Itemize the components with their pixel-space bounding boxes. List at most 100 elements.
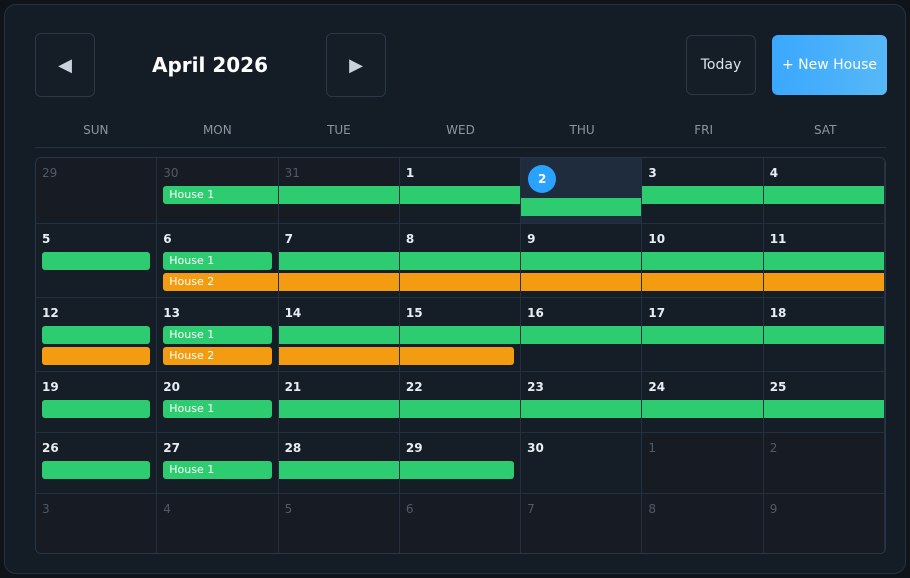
event-house-1[interactable]: House 1 — [163, 461, 272, 479]
event-house-1[interactable] — [399, 326, 521, 344]
event-house-1[interactable] — [399, 252, 521, 270]
event-house-1[interactable] — [642, 326, 763, 344]
new-house-button[interactable]: + New House — [772, 35, 887, 95]
day-cell-today[interactable]: 2 — [521, 158, 643, 224]
day-cell[interactable]: 4 — [157, 494, 279, 553]
day-cell[interactable]: 6 — [399, 494, 522, 553]
day-cell[interactable]: 31 — [278, 158, 400, 224]
event-house-2[interactable] — [763, 273, 884, 291]
today-button[interactable]: Today — [686, 35, 756, 95]
day-cell[interactable]: 8 — [642, 494, 764, 553]
day-cell[interactable]: 3 — [642, 158, 764, 224]
month-grid: 29 30 House 1 31 1 2 3 4 5 6 House 1 Hou… — [35, 157, 886, 554]
day-number: 5 — [42, 232, 51, 246]
day-number: 15 — [405, 306, 423, 320]
event-house-1[interactable] — [642, 186, 763, 204]
day-cell[interactable]: 3 — [36, 494, 158, 553]
day-cell[interactable]: 28 — [278, 433, 400, 494]
day-cell[interactable]: 9 — [521, 224, 643, 298]
event-house-1[interactable] — [278, 326, 399, 344]
day-cell[interactable]: 27 House 1 — [157, 433, 279, 494]
weekday-sun: SUN — [83, 123, 109, 137]
event-house-1[interactable] — [763, 186, 884, 204]
day-cell[interactable]: 18 — [763, 298, 885, 372]
day-cell[interactable]: 14 — [278, 298, 400, 372]
event-house-1[interactable] — [42, 400, 151, 418]
day-cell[interactable]: 13 House 1 House 2 — [157, 298, 279, 372]
day-cell[interactable]: 10 — [642, 224, 764, 298]
day-cell[interactable]: 26 — [36, 433, 158, 494]
day-cell[interactable]: 5 — [36, 224, 158, 298]
day-cell[interactable]: 11 — [763, 224, 885, 298]
day-cell[interactable]: 9 — [763, 494, 885, 553]
event-house-2[interactable] — [42, 347, 151, 365]
event-house-1[interactable] — [399, 400, 521, 418]
day-cell[interactable]: 2 — [763, 433, 885, 494]
event-house-1[interactable] — [763, 400, 884, 418]
day-cell[interactable]: 4 — [763, 158, 885, 224]
event-house-1[interactable] — [399, 461, 515, 479]
day-cell[interactable]: 1 — [642, 433, 764, 494]
day-cell[interactable]: 15 — [399, 298, 522, 372]
day-cell[interactable]: 22 — [399, 372, 522, 433]
event-house-1[interactable] — [521, 252, 642, 270]
day-number: 16 — [527, 306, 544, 320]
event-house-2[interactable]: House 2 — [163, 273, 278, 291]
event-house-1[interactable]: House 1 — [163, 326, 272, 344]
day-number: 1 — [648, 441, 657, 455]
day-number: 31 — [284, 166, 300, 180]
day-cell[interactable]: 7 — [521, 494, 643, 553]
day-cell[interactable]: 1 — [399, 158, 522, 224]
day-cell[interactable]: 30 — [521, 433, 643, 494]
day-cell[interactable]: 29 — [36, 158, 158, 224]
event-house-1[interactable] — [763, 326, 884, 344]
day-cell[interactable]: 6 House 1 House 2 — [157, 224, 279, 298]
event-house-1[interactable]: House 1 — [163, 186, 278, 204]
event-house-2[interactable] — [278, 347, 399, 365]
month-title: April 2026 — [152, 53, 268, 77]
event-house-1[interactable] — [278, 461, 399, 479]
event-house-1[interactable] — [642, 400, 763, 418]
event-house-1[interactable] — [278, 400, 399, 418]
event-house-1[interactable] — [399, 186, 521, 204]
day-cell[interactable]: 19 — [36, 372, 158, 433]
day-cell[interactable]: 20 House 1 — [157, 372, 279, 433]
event-house-1[interactable] — [642, 252, 763, 270]
day-cell[interactable]: 25 — [763, 372, 885, 433]
day-cell[interactable]: 30 House 1 — [157, 158, 279, 224]
day-cell[interactable]: 12 — [36, 298, 158, 372]
day-cell[interactable]: 16 — [521, 298, 643, 372]
day-cell[interactable]: 23 — [521, 372, 643, 433]
day-cell[interactable]: 17 — [642, 298, 764, 372]
day-cell[interactable]: 5 — [278, 494, 400, 553]
event-house-2[interactable] — [278, 273, 399, 291]
event-house-1[interactable] — [278, 252, 399, 270]
event-house-2[interactable] — [399, 347, 515, 365]
event-house-1[interactable] — [42, 252, 151, 270]
day-cell[interactable]: 8 — [399, 224, 522, 298]
day-cell[interactable]: 7 — [278, 224, 400, 298]
event-house-2[interactable] — [642, 273, 763, 291]
next-month-button[interactable]: ▶ — [326, 33, 386, 97]
event-house-1[interactable] — [278, 186, 399, 204]
event-house-2[interactable]: House 2 — [163, 347, 272, 365]
day-number: 13 — [163, 306, 180, 320]
event-house-1[interactable]: House 1 — [163, 252, 272, 270]
day-number: 30 — [527, 441, 544, 455]
event-house-2[interactable] — [399, 273, 521, 291]
event-house-1[interactable] — [521, 400, 642, 418]
event-house-2[interactable] — [521, 273, 642, 291]
day-number: 7 — [527, 502, 535, 516]
event-house-1[interactable] — [521, 198, 642, 216]
day-number: 19 — [42, 380, 59, 394]
event-house-1[interactable] — [763, 252, 884, 270]
event-house-1[interactable] — [42, 326, 151, 344]
weekday-fri: FRI — [694, 123, 714, 137]
day-cell[interactable]: 29 — [399, 433, 522, 494]
event-house-1[interactable] — [521, 326, 642, 344]
day-cell[interactable]: 24 — [642, 372, 764, 433]
event-house-1[interactable] — [42, 461, 151, 479]
day-cell[interactable]: 21 — [278, 372, 400, 433]
prev-month-button[interactable]: ◀ — [35, 33, 95, 97]
event-house-1[interactable]: House 1 — [163, 400, 272, 418]
